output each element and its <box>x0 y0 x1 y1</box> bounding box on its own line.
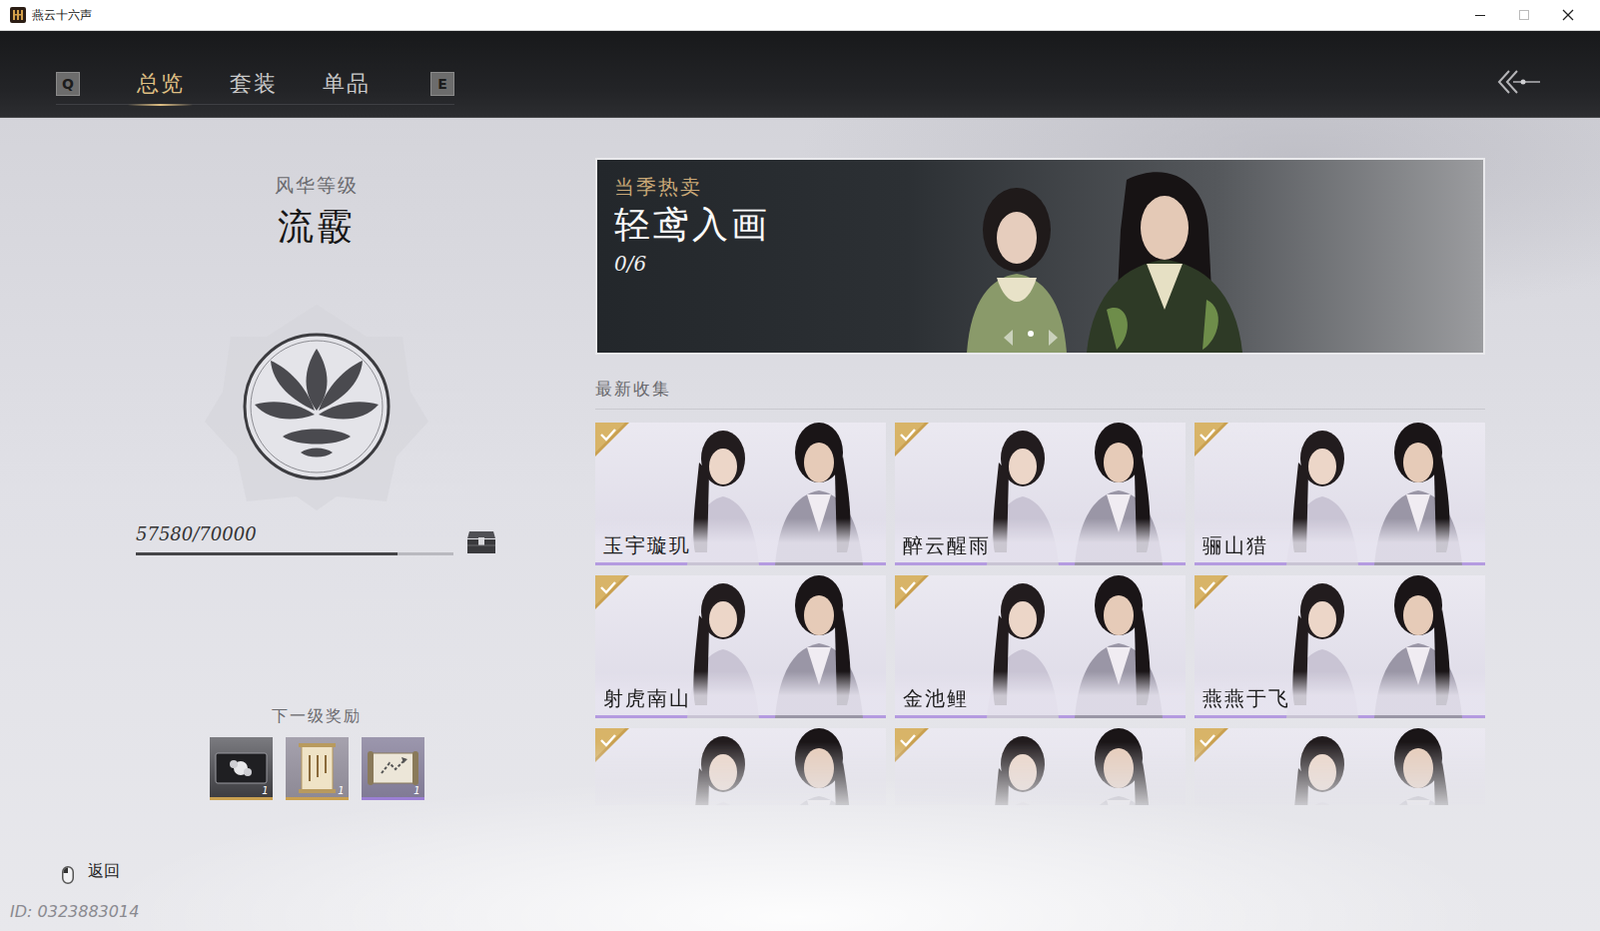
back-button[interactable]: 返回 <box>0 858 596 883</box>
collected-check-icon <box>894 728 929 763</box>
outfit-name: 骊山猎 <box>1194 518 1486 563</box>
collected-check-icon <box>894 575 929 610</box>
app-logo-icon <box>9 6 26 23</box>
close-icon[interactable] <box>1546 0 1591 30</box>
outfit-image <box>595 728 886 805</box>
level-panel: 风华等级流霰 57580/70000 下一级奖励 1 1 1 返回 ID: 032388301… <box>0 117 596 931</box>
outfit-name: 醉云醒雨 <box>894 518 1186 563</box>
outfit-name: 金池鲤 <box>894 671 1186 716</box>
nav-tab[interactable]: 单品 <box>299 64 393 105</box>
collection-card[interactable]: 醉云醒雨 <box>894 422 1186 566</box>
collected-check-icon <box>1194 728 1229 763</box>
slide-dot[interactable] <box>1027 330 1034 337</box>
level-label: 风华等级 <box>274 172 359 197</box>
collection-card[interactable] <box>894 728 1186 805</box>
window-buttons <box>1458 0 1591 30</box>
progress-block: 57580/70000 <box>135 522 454 556</box>
window-title: 燕云十六声 <box>31 5 92 24</box>
nav-tab[interactable]: 总览 <box>113 64 207 105</box>
reward-count: 1 <box>413 785 420 798</box>
progress-row: 57580/70000 <box>135 522 498 556</box>
collection-viewport: 玉宇璇玑醉云醒雨骊山猎射虎南山金池鲤燕燕于飞 <box>595 422 1486 805</box>
outfit-name: 玉宇璇玑 <box>595 518 886 563</box>
collected-check-icon <box>595 728 630 763</box>
lotus-emblem-icon <box>196 296 437 517</box>
collection-card[interactable]: 骊山猎 <box>1194 422 1486 566</box>
next-key[interactable]: E <box>430 71 455 96</box>
outfit-name: 燕燕于飞 <box>1194 671 1486 716</box>
banner-text-block: 当季热卖轻鸢入画 0/6 <box>597 159 957 353</box>
content-panel: 当季热卖轻鸢入画 0/6 最新收集玉宇璇玑醉云醒雨骊山猎射虎南山金池鲤燕燕于飞 <box>595 117 1600 931</box>
title-bar: 燕云十六声 <box>0 0 1600 31</box>
reward-rarity-strip <box>285 797 349 800</box>
reward-item[interactable]: 1 <box>209 737 273 800</box>
collection-card[interactable]: 金池鲤 <box>894 575 1186 719</box>
reward-rarity-strip <box>361 797 425 800</box>
collection-grid: 玉宇璇玑醉云醒雨骊山猎射虎南山金池鲤燕燕于飞 <box>595 422 1486 805</box>
maximize-icon[interactable] <box>1502 0 1547 30</box>
back-label[interactable]: 返回 <box>87 858 120 883</box>
minimize-icon[interactable] <box>1458 0 1503 30</box>
collection-card[interactable] <box>595 728 886 805</box>
top-nav: Q 总览套装单品 E <box>0 30 1600 118</box>
next-reward-label: 下一级奖励 <box>271 705 362 728</box>
banner-tag: 当季热卖 <box>614 173 957 200</box>
featured-banner[interactable]: 当季热卖轻鸢入画 0/6 <box>595 157 1486 355</box>
reward-count: 1 <box>337 785 344 798</box>
collected-check-icon <box>1194 575 1229 610</box>
banner-progress: 0/6 <box>614 250 957 277</box>
outfit-name: 射虎南山 <box>595 671 886 716</box>
reward-list: 1 1 1 <box>209 737 425 800</box>
tab-bar: Q 总览套装单品 E <box>55 64 455 105</box>
progress-text: 57580/70000 <box>135 522 454 547</box>
collection-card[interactable]: 射虎南山 <box>595 575 886 719</box>
reward-count: 1 <box>261 785 268 798</box>
outfit-image <box>1194 728 1486 805</box>
collected-check-icon <box>595 422 630 457</box>
collected-check-icon <box>595 575 630 610</box>
prev-arrow-icon[interactable] <box>1001 324 1014 343</box>
progress-fill <box>135 552 398 556</box>
collection-card[interactable] <box>1194 728 1486 805</box>
back-arrow-icon[interactable] <box>1496 66 1543 97</box>
recent-heading: 最新收集 <box>595 376 1486 410</box>
next-arrow-icon[interactable] <box>1047 324 1060 343</box>
collection-card[interactable]: 玉宇璇玑 <box>595 422 886 566</box>
mouse-icon <box>61 861 74 880</box>
collection-card[interactable]: 燕燕于飞 <box>1194 575 1486 719</box>
prev-key[interactable]: Q <box>55 71 80 96</box>
main-area: 风华等级流霰 57580/70000 下一级奖励 1 1 1 返回 ID: 032388301… <box>0 117 1600 931</box>
chest-icon[interactable] <box>465 529 498 556</box>
reward-item[interactable]: 1 <box>361 737 425 800</box>
player-id: ID: 0323883014 <box>0 900 596 923</box>
collected-check-icon <box>1194 422 1229 457</box>
outfit-image <box>894 728 1186 805</box>
banner-title: 轻鸢入画 <box>614 202 957 247</box>
level-rank: 流霰 <box>277 204 356 249</box>
collected-check-icon <box>894 422 929 457</box>
banner-pager <box>1001 324 1060 343</box>
progress-track <box>135 552 454 556</box>
nav-tab[interactable]: 套装 <box>206 64 300 105</box>
game-window: 燕云十六声 Q总览套装单品E 风华等级流霰57580/70000下一级奖励111… <box>0 0 1600 931</box>
reward-item[interactable]: 1 <box>285 737 349 800</box>
banner-image <box>956 159 1484 353</box>
reward-rarity-strip <box>209 797 273 800</box>
